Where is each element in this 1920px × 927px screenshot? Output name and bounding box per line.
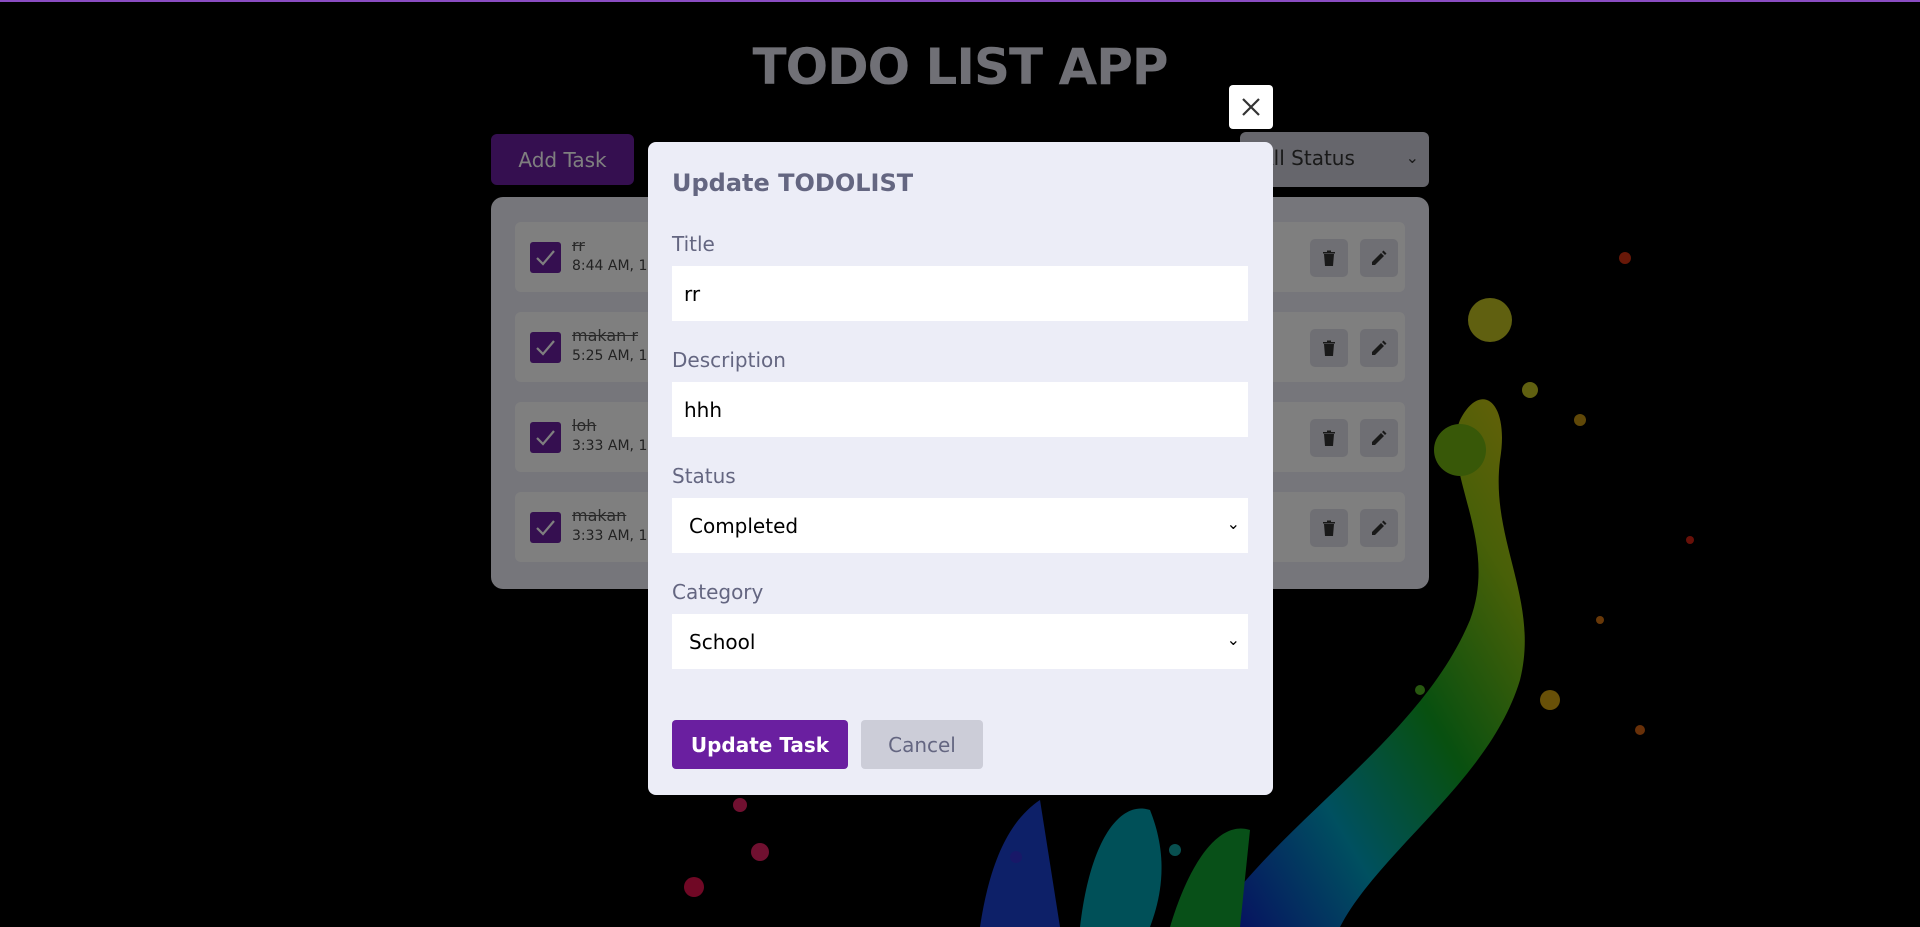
title-label: Title (672, 232, 715, 256)
title-input-value: rr (684, 281, 701, 306)
category-select[interactable]: School ⌄ (672, 614, 1248, 669)
chevron-down-icon: ⌄ (1226, 630, 1240, 649)
description-label: Description (672, 348, 786, 372)
close-icon (1242, 98, 1260, 116)
status-select[interactable]: Completed ⌄ (672, 498, 1248, 553)
cancel-button[interactable]: Cancel (861, 720, 983, 769)
update-task-button[interactable]: Update Task (672, 720, 848, 769)
category-select-value: School (689, 629, 756, 654)
title-input[interactable]: rr (672, 266, 1248, 321)
status-label: Status (672, 464, 736, 488)
description-input[interactable]: hhh (672, 382, 1248, 437)
chevron-down-icon: ⌄ (1226, 514, 1240, 533)
description-input-value: hhh (684, 397, 723, 422)
status-select-value: Completed (689, 513, 799, 538)
close-modal-button[interactable] (1229, 85, 1273, 129)
update-todo-modal: Update TODOLIST Title rr Description hhh… (648, 142, 1273, 795)
category-label: Category (672, 580, 764, 604)
modal-title: Update TODOLIST (672, 169, 914, 197)
